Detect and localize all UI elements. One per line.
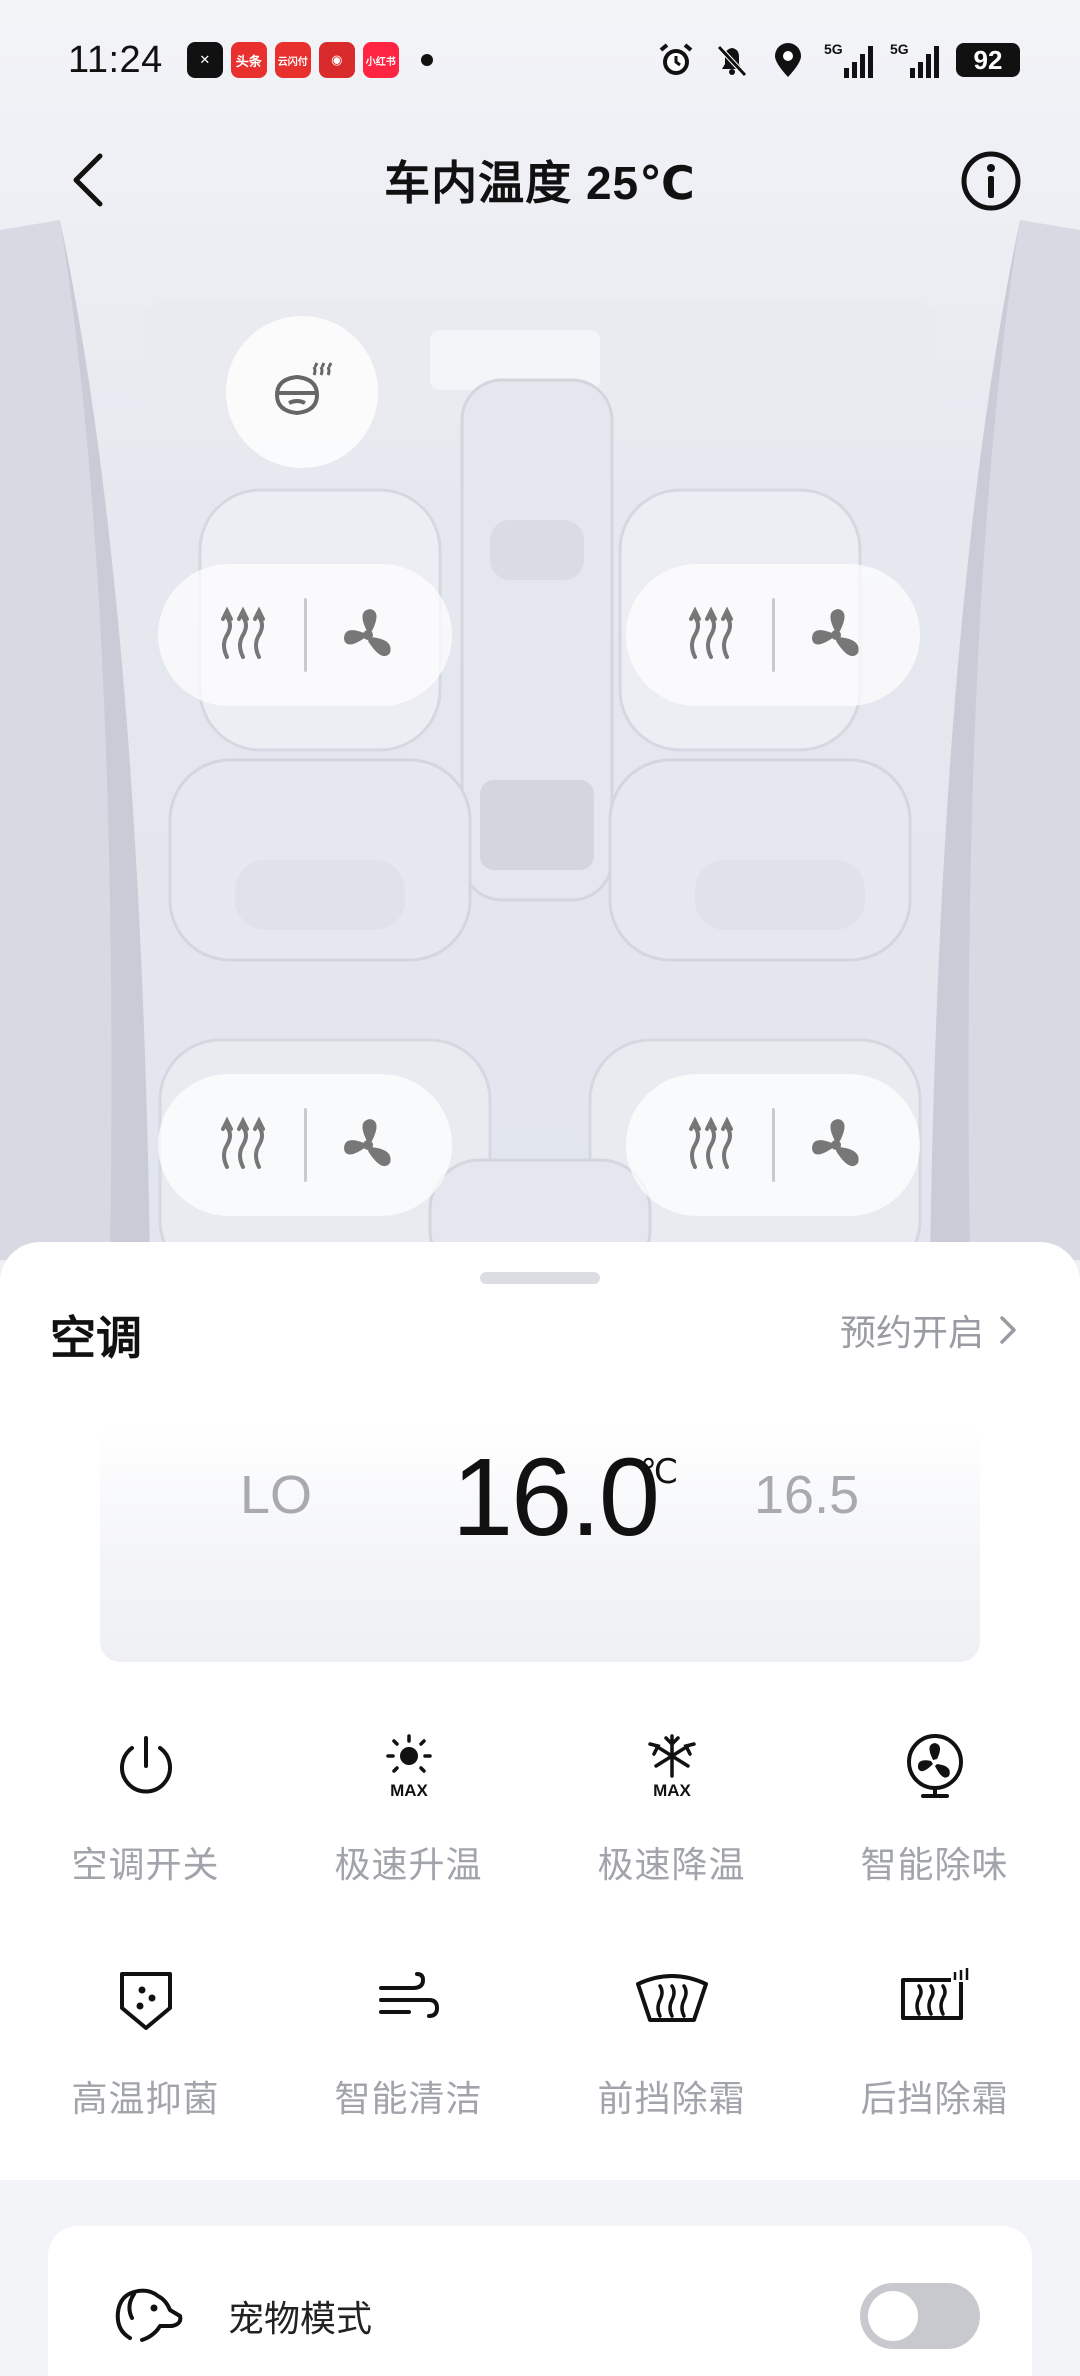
rear-defrost-button[interactable]: 后挡除霜 — [803, 1936, 1066, 2170]
temp-option-low[interactable]: LO — [240, 1464, 312, 1526]
yunshanfu-icon: 云闪付 — [274, 42, 311, 78]
notification-app-icons: ✕ 头条 云闪付 ◉ 小红书 — [186, 42, 433, 78]
ac-section-title: 空调 — [50, 1312, 142, 1364]
seat-fan-icon[interactable] — [800, 1109, 872, 1181]
page-title: 车内温度 25℃ — [384, 157, 696, 209]
seat-heat-icon[interactable] — [675, 599, 747, 671]
status-time: 11:24 — [68, 38, 163, 81]
rear-left-seat-controls — [158, 1074, 452, 1216]
svg-text:5G: 5G — [824, 41, 843, 57]
ac-function-grid: 空调开关 MAX 极速升温 MAX 极速降温 智能除味 高温抑菌 智能清洁 前挡… — [14, 1702, 1066, 2170]
func-label: 极速降温 — [597, 1844, 746, 1885]
schedule-label: 预约开启 — [839, 1312, 984, 1353]
temp-option-next[interactable]: 16.5 — [754, 1464, 859, 1526]
mute-bell-icon — [712, 40, 752, 80]
pill-divider — [303, 598, 307, 672]
steering-wheel-heat-button[interactable] — [226, 316, 378, 468]
func-label: 后挡除霜 — [860, 2078, 1009, 2119]
fan-deodorize-icon — [895, 1726, 975, 1806]
signal-5g-icon-2: 5G — [890, 40, 940, 80]
more-notifications-dot — [420, 54, 433, 66]
ac-power-button[interactable]: 空调开关 — [14, 1702, 277, 1936]
rapid-heat-button[interactable]: MAX 极速升温 — [277, 1702, 540, 1936]
citic-icon: ◉ — [318, 42, 355, 78]
func-label: 高温抑菌 — [71, 2078, 220, 2119]
signal-5g-icon: 5G — [824, 40, 874, 80]
pet-mode-card: 宠物模式 — [48, 2226, 1032, 2376]
alarm-icon — [656, 40, 696, 80]
seat-fan-icon[interactable] — [332, 599, 404, 671]
ac-control-sheet: 空调 预约开启 LO 16.0 ℃ 16.5 空调开关 MAX 极速升温 MAX… — [0, 1242, 1080, 2376]
location-icon — [768, 40, 808, 80]
sun-max-icon: MAX — [369, 1726, 449, 1806]
pet-mode-label: 宠物模式 — [228, 2298, 373, 2339]
back-button[interactable] — [60, 146, 120, 214]
xiaohongshu-icon: 小红书 — [362, 42, 399, 78]
steering-wheel-heat-icon — [274, 362, 333, 416]
x-app-icon: ✕ — [186, 42, 223, 78]
func-label: 智能清洁 — [334, 2078, 483, 2119]
status-indicators: 5G 5G 92 — [656, 40, 1020, 80]
info-icon — [961, 151, 1021, 211]
front-left-seat-controls — [158, 564, 452, 706]
seat-heat-icon[interactable] — [207, 1109, 279, 1181]
high-temp-sterilize-button[interactable]: 高温抑菌 — [14, 1936, 277, 2170]
func-label: 智能除味 — [860, 1844, 1009, 1885]
status-bar: 11:24 ✕ 头条 云闪付 ◉ 小红书 5G 5G 92 — [0, 0, 1080, 120]
toutiao-icon: 头条 — [230, 42, 267, 78]
func-label: 极速升温 — [334, 1844, 483, 1885]
rapid-cool-button[interactable]: MAX 极速降温 — [540, 1702, 803, 1936]
temp-unit: ℃ — [640, 1453, 679, 1491]
dog-icon — [115, 2288, 183, 2342]
battery-indicator: 92 — [956, 43, 1020, 77]
seat-fan-icon[interactable] — [800, 599, 872, 671]
pet-mode-toggle[interactable] — [860, 2283, 980, 2349]
smart-deodorize-button[interactable]: 智能除味 — [803, 1702, 1066, 1936]
wind-clean-icon — [369, 1960, 449, 2040]
temp-current-value[interactable]: 16.0 — [452, 1434, 660, 1561]
pill-divider — [771, 1108, 775, 1182]
info-button[interactable] — [960, 150, 1022, 212]
shield-dots-icon — [106, 1960, 186, 2040]
rear-defrost-icon — [895, 1960, 975, 2040]
snowflake-max-icon: MAX — [632, 1726, 712, 1806]
svg-text:5G: 5G — [890, 41, 909, 57]
front-defrost-button[interactable]: 前挡除霜 — [540, 1936, 803, 2170]
rear-right-seat-controls — [626, 1074, 920, 1216]
seat-heat-icon[interactable] — [675, 1109, 747, 1181]
smart-clean-button[interactable]: 智能清洁 — [277, 1936, 540, 2170]
sheet-drag-handle[interactable] — [480, 1272, 600, 1284]
svg-text:MAX: MAX — [653, 1781, 691, 1800]
schedule-start-link[interactable]: 预约开启 — [840, 1304, 1020, 1356]
chevron-right-icon — [1000, 1316, 1016, 1344]
chevron-left-icon — [73, 153, 103, 207]
seat-heat-icon[interactable] — [207, 599, 279, 671]
front-defrost-icon — [632, 1960, 712, 2040]
pill-divider — [303, 1108, 307, 1182]
func-label: 空调开关 — [71, 1844, 220, 1885]
front-right-seat-controls — [626, 564, 920, 706]
func-label: 前挡除霜 — [597, 2078, 746, 2119]
page-header: 车内温度 25℃ — [0, 120, 1080, 240]
power-icon — [106, 1726, 186, 1806]
toggle-knob — [868, 2291, 918, 2341]
svg-text:MAX: MAX — [390, 1781, 428, 1800]
seat-fan-icon[interactable] — [332, 1109, 404, 1181]
pill-divider — [771, 598, 775, 672]
